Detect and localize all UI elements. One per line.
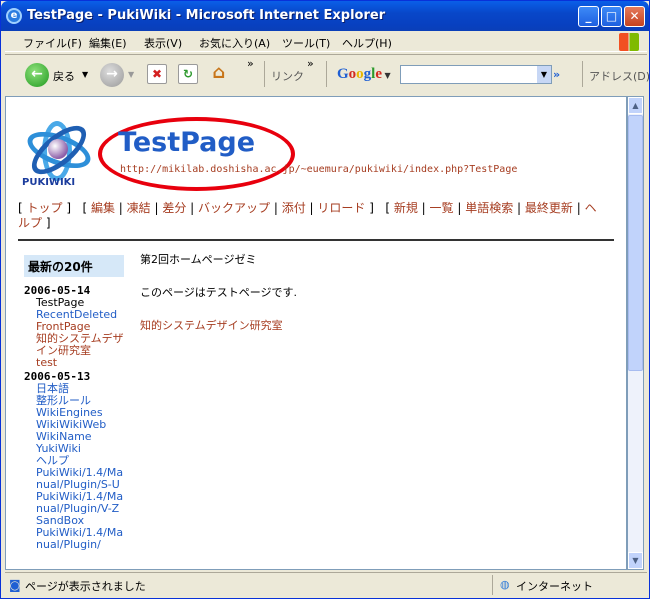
- status-text: ページが表示されました: [25, 580, 146, 593]
- recent-changes-sidebar: 最新の20件 2006-05-14 TestPage RecentDeleted…: [24, 255, 124, 551]
- menu-help[interactable]: ヘルプ(H): [342, 35, 392, 51]
- page-viewport: PUKIWIKI TestPage http://mikilab.doshish…: [5, 96, 627, 570]
- body-link[interactable]: 知的システムデザイン研究室: [140, 319, 283, 332]
- nav-diff-link[interactable]: 差分: [162, 201, 186, 215]
- menu-edit[interactable]: 編集(E): [89, 35, 127, 51]
- forward-arrow-icon[interactable]: →: [100, 63, 124, 87]
- sidebar-item[interactable]: PukiWiki/1.4/Manual/Plugin/: [36, 527, 124, 551]
- sidebar-item[interactable]: PukiWiki/1.4/Manual/Plugin/V-Z: [36, 491, 124, 515]
- nav-attach-link[interactable]: 添付: [282, 201, 306, 215]
- nav-reload-link[interactable]: リロード: [317, 201, 365, 215]
- links-overflow-icon[interactable]: »: [307, 57, 314, 70]
- logo-text: PUKIWIKI: [22, 177, 76, 188]
- address-label[interactable]: アドレス(D): [589, 68, 650, 84]
- google-overflow-icon[interactable]: »: [553, 68, 560, 81]
- scroll-down-arrow-icon[interactable]: ▼: [628, 552, 643, 569]
- back-dropdown-icon[interactable]: ▼: [82, 70, 88, 79]
- zone-text: インターネット: [516, 580, 593, 593]
- maximize-button[interactable]: □: [601, 6, 622, 27]
- refresh-icon[interactable]: ↻: [178, 64, 198, 84]
- back-button-label[interactable]: 戻る: [53, 68, 75, 84]
- body-text: このページはテストページです.: [140, 286, 298, 299]
- scrollbar-thumb[interactable]: [628, 115, 643, 371]
- nav-backup-link[interactable]: バックアップ: [198, 201, 270, 215]
- status-bar: ◙ ページが表示されました ◍ インターネット: [5, 572, 647, 596]
- page-nav-bar: [ トップ ] [ 編集 | 凍結 | 差分 | バックアップ | 添付 | リ…: [18, 201, 597, 230]
- nav-list-link[interactable]: 一覧: [430, 201, 454, 215]
- pukiwiki-logo[interactable]: PUKIWIKI: [20, 117, 100, 188]
- horizontal-rule: [18, 239, 614, 241]
- browser-window: e TestPage - PukiWiki - Microsoft Intern…: [0, 0, 650, 599]
- toolbar: ← 戻る ▼ → ▼ ✖ ↻ ⌂ » リンク » Google ▼ ▼ » アド…: [5, 54, 650, 92]
- toolbar-overflow-icon[interactable]: »: [247, 57, 254, 70]
- logo-orb: [48, 139, 68, 159]
- nav-edit-link[interactable]: 編集: [91, 201, 115, 215]
- page-title-link[interactable]: TestPage: [118, 127, 255, 158]
- vertical-scrollbar[interactable]: ▲ ▼: [627, 96, 644, 570]
- sidebar-heading: 最新の20件: [24, 255, 124, 277]
- menu-favorites[interactable]: お気に入り(A): [199, 35, 270, 51]
- close-button[interactable]: ✕: [624, 6, 645, 27]
- nav-top-link[interactable]: トップ: [27, 201, 63, 215]
- search-dropdown-icon[interactable]: ▼: [537, 66, 551, 83]
- nav-recent-link[interactable]: 最終更新: [525, 201, 573, 215]
- nav-freeze-link[interactable]: 凍結: [127, 201, 151, 215]
- page-url: http://mikilab.doshisha.ac.jp/~euemura/p…: [120, 164, 518, 175]
- internet-zone-icon: ◍: [500, 578, 510, 591]
- windows-logo-icon: [619, 33, 639, 51]
- page-body: 第2回ホームページゼミ このページはテストページです. 知的システムデザイン研究…: [140, 253, 297, 352]
- sidebar-item[interactable]: test: [36, 357, 124, 369]
- stop-icon[interactable]: ✖: [147, 64, 167, 84]
- menu-tools[interactable]: ツール(T): [282, 35, 330, 51]
- google-search-input[interactable]: ▼: [400, 65, 552, 84]
- status-separator: [492, 575, 493, 595]
- sidebar-item[interactable]: 知的システムデザイン研究室: [36, 333, 124, 357]
- toolbar-separator: [326, 61, 327, 87]
- window-title: TestPage - PukiWiki - Microsoft Internet…: [27, 8, 386, 23]
- internet-explorer-icon: e: [6, 8, 22, 24]
- nav-search-link[interactable]: 単語検索: [465, 201, 513, 215]
- menu-bar: ファイル(F) 編集(E) 表示(V) お気に入り(A) ツール(T) ヘルプ(…: [5, 32, 647, 52]
- toolbar-separator: [264, 61, 265, 87]
- minimize-button[interactable]: _: [578, 6, 599, 27]
- page-status-icon: ◙: [9, 578, 21, 592]
- forward-dropdown-icon[interactable]: ▼: [128, 70, 134, 79]
- title-bar[interactable]: e TestPage - PukiWiki - Microsoft Intern…: [1, 1, 649, 31]
- menu-view[interactable]: 表示(V): [144, 35, 182, 51]
- body-heading: 第2回ホームページゼミ: [140, 253, 257, 266]
- nav-new-link[interactable]: 新規: [394, 201, 418, 215]
- back-arrow-icon[interactable]: ←: [25, 63, 49, 87]
- toolbar-separator: [582, 61, 583, 87]
- menu-file[interactable]: ファイル(F): [23, 35, 82, 51]
- scroll-up-arrow-icon[interactable]: ▲: [628, 97, 643, 114]
- sidebar-item[interactable]: PukiWiki/1.4/Manual/Plugin/S-U: [36, 467, 124, 491]
- home-icon[interactable]: ⌂: [209, 64, 229, 84]
- links-label[interactable]: リンク: [271, 68, 304, 84]
- pukiwiki-page: PUKIWIKI TestPage http://mikilab.doshish…: [6, 97, 626, 569]
- google-toolbar-button[interactable]: Google ▼: [337, 66, 391, 83]
